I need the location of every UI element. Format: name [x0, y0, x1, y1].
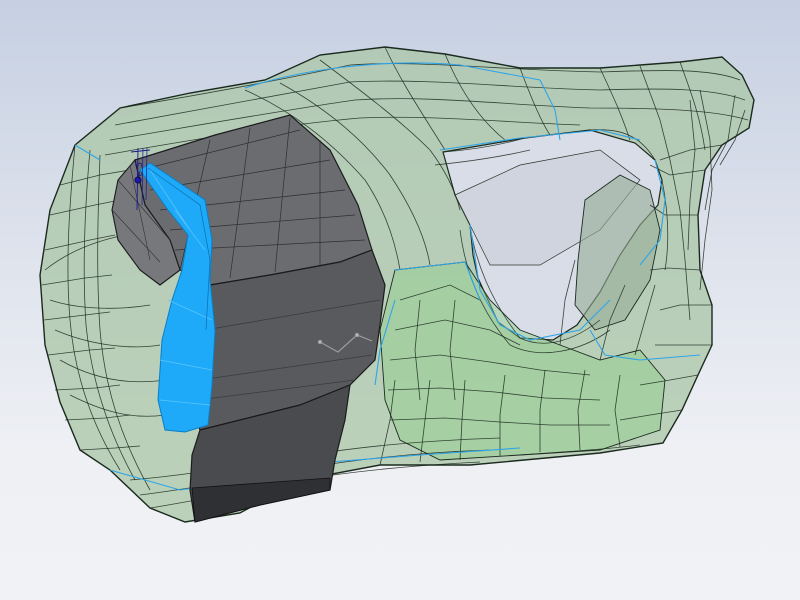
origin-point-icon[interactable]: [134, 176, 142, 184]
3d-viewport[interactable]: 5 e: [0, 0, 800, 600]
model-canvas[interactable]: 5 e: [0, 0, 800, 600]
